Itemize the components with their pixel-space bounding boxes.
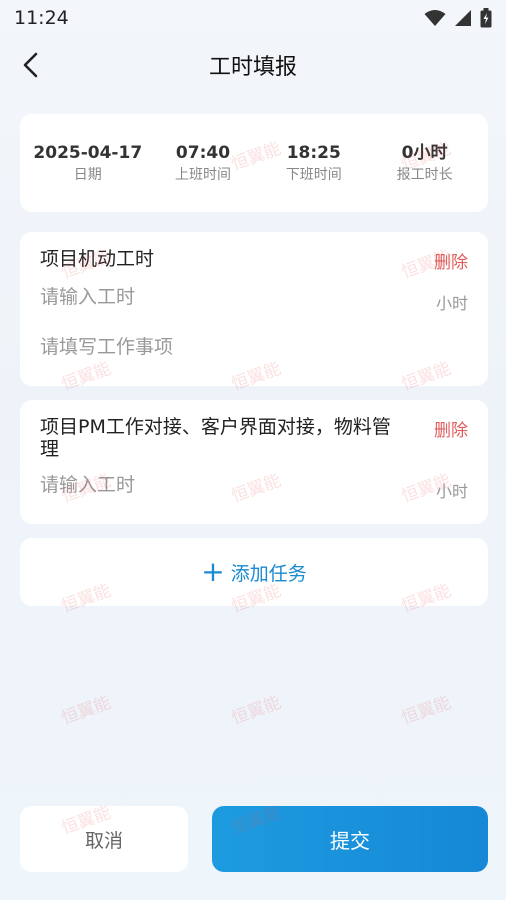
summary-duration-value: 0小时 xyxy=(401,143,448,163)
delete-button[interactable]: 删除 xyxy=(434,416,468,441)
hours-input[interactable] xyxy=(40,286,340,308)
page-title: 工时填报 xyxy=(208,55,297,80)
status-bar: 11:24 xyxy=(0,0,506,36)
summary-date: 2025-04-17 日期 xyxy=(33,141,142,185)
wifi-icon xyxy=(424,10,446,26)
work-item-input[interactable] xyxy=(40,336,460,358)
summary-end-time-value: 18:25 xyxy=(286,143,341,163)
task-card: 项目机动工时 删除 小时 xyxy=(20,232,488,386)
add-task-button[interactable]: + 添加任务 xyxy=(20,538,488,606)
summary-date-value: 2025-04-17 xyxy=(33,143,143,163)
summary-end-time-label: 下班时间 xyxy=(285,167,342,183)
status-icons xyxy=(424,8,492,28)
submit-button[interactable]: 提交 xyxy=(212,806,488,872)
nav-bar: 工时填报 xyxy=(0,42,506,88)
summary-start-time: 07:40 上班时间 xyxy=(153,141,253,185)
summary-duration: 0小时 报工时长 xyxy=(375,141,475,185)
delete-button[interactable]: 删除 xyxy=(434,248,468,273)
task-title: 项目PM工作对接、客户界面对接，物料管理 xyxy=(40,416,391,460)
watermark: 恒翼能 xyxy=(228,692,284,729)
watermark: 恒翼能 xyxy=(58,692,114,729)
summary-end-time: 18:25 下班时间 xyxy=(264,141,364,185)
summary-start-time-value: 07:40 xyxy=(175,143,231,163)
cancel-button[interactable]: 取消 xyxy=(20,806,188,872)
hours-input[interactable] xyxy=(40,474,340,496)
task-title: 项目机动工时 xyxy=(40,248,155,270)
summary-duration-label: 报工时长 xyxy=(396,167,453,183)
summary-card: 2025-04-17 日期 07:40 上班时间 18:25 下班时间 0小时 … xyxy=(20,114,488,212)
signal-icon xyxy=(455,10,471,26)
back-arrow-icon[interactable] xyxy=(16,50,46,80)
plus-icon: + xyxy=(201,555,225,588)
summary-date-label: 日期 xyxy=(73,167,102,183)
hours-unit: 小时 xyxy=(435,294,468,313)
status-time: 11:24 xyxy=(14,7,69,29)
watermark: 恒翼能 xyxy=(398,692,454,729)
battery-icon xyxy=(480,8,492,28)
task-card: 项目PM工作对接、客户界面对接，物料管理 删除 小时 xyxy=(20,400,488,524)
summary-start-time-label: 上班时间 xyxy=(174,167,231,183)
hours-unit: 小时 xyxy=(435,482,468,501)
add-task-label: 添加任务 xyxy=(230,562,307,585)
